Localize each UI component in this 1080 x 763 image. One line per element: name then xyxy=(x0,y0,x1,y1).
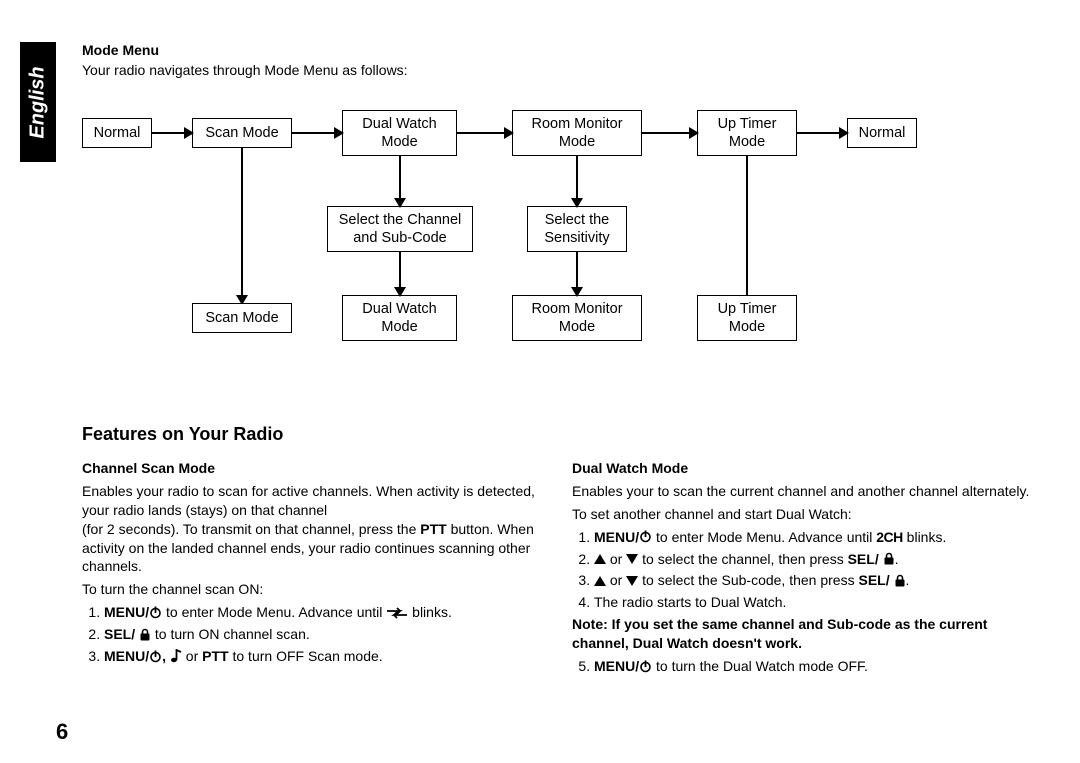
power-icon xyxy=(149,650,162,663)
dual-step-5: MENU/ to turn the Dual Watch mode OFF. xyxy=(594,657,1032,676)
arrow-timer-down xyxy=(742,156,752,303)
scan-step-1: MENU/ to enter Mode Menu. Advance until … xyxy=(104,603,542,622)
lock-icon xyxy=(883,552,895,565)
language-tab-text: English xyxy=(27,66,50,138)
up-triangle-icon xyxy=(594,554,606,564)
power-icon xyxy=(639,530,652,543)
power-icon xyxy=(639,660,652,673)
page-content: Mode Menu Your radio navigates through M… xyxy=(82,42,1040,679)
box-up-timer-2: Up Timer Mode xyxy=(697,295,797,341)
features-heading: Features on Your Radio xyxy=(82,424,1040,445)
box-dual-watch-2: Dual Watch Mode xyxy=(342,295,457,341)
lock-icon xyxy=(894,574,906,587)
twoCH-icon: 2CH xyxy=(876,529,903,545)
arrow-normal-to-scan xyxy=(152,128,192,138)
box-normal-end: Normal xyxy=(847,118,917,148)
box-scan-mode-2: Scan Mode xyxy=(192,303,292,333)
language-tab: English xyxy=(20,42,56,162)
box-select-channel-subcode: Select the Channel and Sub-Code xyxy=(327,206,473,252)
box-room-monitor: Room Monitor Mode xyxy=(512,110,642,156)
arrow-dual-down-2 xyxy=(395,252,405,295)
scan-steps: MENU/ to enter Mode Menu. Advance until … xyxy=(82,603,542,666)
down-triangle-icon xyxy=(626,554,638,564)
arrow-room-to-timer xyxy=(642,128,697,138)
dual-step-3: or to select the Sub-code, then press SE… xyxy=(594,571,1032,590)
page-number: 6 xyxy=(56,719,68,745)
up-triangle-icon xyxy=(594,576,606,586)
subhead-dual-watch: Dual Watch Mode xyxy=(572,459,1032,478)
scan-step-3: MENU/, or PTT to turn OFF Scan mode. xyxy=(104,647,542,666)
arrow-scan-to-dual xyxy=(292,128,342,138)
arrow-dual-to-room xyxy=(457,128,512,138)
arrow-room-down-2 xyxy=(572,252,582,295)
dual-steps-2: MENU/ to turn the Dual Watch mode OFF. xyxy=(572,657,1032,676)
box-normal-start: Normal xyxy=(82,118,152,148)
scan-turn-on-intro: To turn the channel scan ON: xyxy=(82,580,542,599)
scan-step-2: SEL/ to turn ON channel scan. xyxy=(104,625,542,644)
box-up-timer: Up Timer Mode xyxy=(697,110,797,156)
box-room-monitor-2: Room Monitor Mode xyxy=(512,295,642,341)
scan-zigzag-icon xyxy=(386,607,408,619)
arrow-room-down-1 xyxy=(572,156,582,206)
arrow-scan-down xyxy=(237,148,247,303)
down-triangle-icon xyxy=(626,576,638,586)
col-channel-scan: Channel Scan Mode Enables your radio to … xyxy=(82,453,542,679)
dual-steps: MENU/ to enter Mode Menu. Advance until … xyxy=(572,528,1032,613)
subhead-channel-scan: Channel Scan Mode xyxy=(82,459,542,478)
mode-menu-diagram: Normal Scan Mode Dual Watch Mode Room Mo… xyxy=(82,98,1042,418)
dual-para-1: Enables your to scan the current channel… xyxy=(572,482,1032,501)
dual-step-2: or to select the channel, then press SEL… xyxy=(594,550,1032,569)
power-icon xyxy=(149,606,162,619)
dual-note: Note: If you set the same channel and Su… xyxy=(572,615,1032,653)
box-dual-watch: Dual Watch Mode xyxy=(342,110,457,156)
mode-menu-heading: Mode Menu xyxy=(82,42,1040,58)
arrow-timer-to-normal xyxy=(797,128,847,138)
mode-menu-intro: Your radio navigates through Mode Menu a… xyxy=(82,62,1040,78)
dual-step-4: The radio starts to Dual Watch. xyxy=(594,593,1032,612)
dual-intro: To set another channel and start Dual Wa… xyxy=(572,505,1032,524)
arrow-dual-down-1 xyxy=(395,156,405,206)
lock-icon xyxy=(139,628,151,641)
box-scan-mode: Scan Mode xyxy=(192,118,292,148)
music-note-icon xyxy=(170,649,182,663)
features-columns: Channel Scan Mode Enables your radio to … xyxy=(82,453,1040,679)
scan-para: Enables your radio to scan for active ch… xyxy=(82,482,542,576)
col-dual-watch: Dual Watch Mode Enables your to scan the… xyxy=(572,453,1032,679)
dual-step-1: MENU/ to enter Mode Menu. Advance until … xyxy=(594,528,1032,547)
box-select-sensitivity: Select the Sensitivity xyxy=(527,206,627,252)
